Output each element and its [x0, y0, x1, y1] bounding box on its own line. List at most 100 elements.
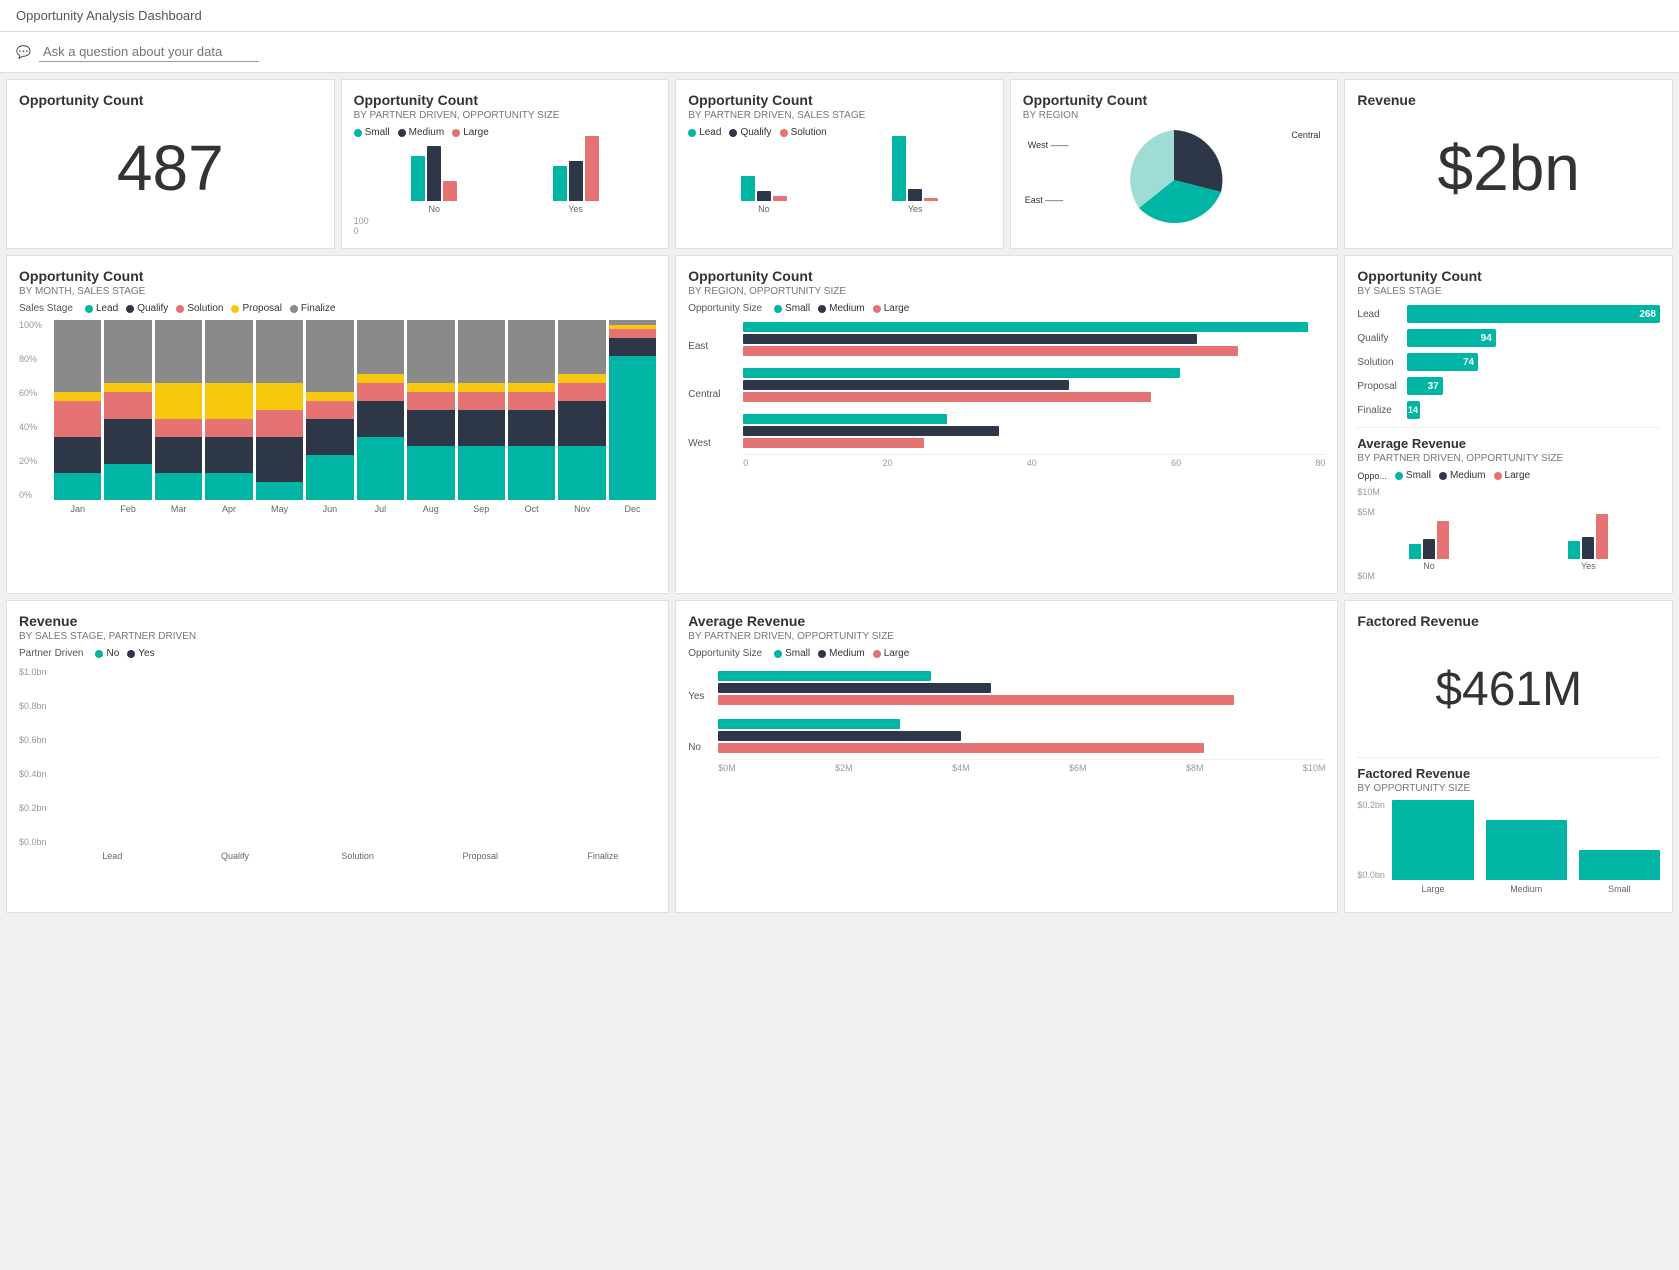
central-small-bar: [743, 368, 1180, 378]
seg-lead: [458, 446, 505, 500]
stage1-yes-label: Yes: [908, 204, 923, 214]
avg-rev-title: Average Revenue: [1357, 436, 1660, 451]
stage2-proposal-row: Proposal 37: [1357, 377, 1660, 395]
no-hbars: [718, 719, 1325, 753]
region2-bars: 0 20 40 60 80: [743, 322, 1325, 468]
month-bar-nov: [558, 320, 605, 500]
rev-x-labels: Lead Qualify Solution Proposal Finalize: [59, 851, 656, 861]
opp-region-pie: Central East —— West ——: [1023, 125, 1326, 235]
stage2-finalize-row: Finalize 14: [1357, 401, 1660, 419]
seg-qualify: [306, 419, 353, 455]
opp-stage1-chart: No Yes: [688, 144, 991, 214]
avg-rev-no-bars: [1409, 511, 1449, 559]
bar-yes-large: [585, 136, 599, 201]
seg-solution: [609, 329, 656, 338]
factored-value: $461M: [1357, 629, 1660, 749]
legend-qualify: Qualify: [126, 303, 168, 314]
x-label-oct: Oct: [508, 504, 555, 514]
seg-solution: [306, 401, 353, 419]
seg-lead: [357, 437, 404, 500]
factored-bars: [1392, 800, 1660, 880]
no-large-hbar: [718, 743, 1204, 753]
seg-qualify: [609, 338, 656, 356]
bar2-no-lead: [741, 176, 755, 201]
qa-input[interactable]: [39, 42, 259, 62]
seg-qualify: [357, 401, 404, 437]
month-bar-oct: [508, 320, 555, 500]
x-label-jun: Jun: [306, 504, 353, 514]
rev-bars: [59, 667, 656, 847]
seg-proposal: [205, 383, 252, 419]
avg-yes-label: Yes: [1581, 561, 1596, 571]
seg-proposal: [256, 383, 303, 410]
bar2-no-qualify: [757, 191, 771, 201]
yes-medium-hbar: [718, 683, 991, 693]
x-label-dec: Dec: [609, 504, 656, 514]
revenue-title: Revenue: [1357, 92, 1660, 108]
month-bar-jan: [54, 320, 101, 500]
stage2-finalize-bar: 14: [1407, 401, 1420, 419]
legend-lead: Lead: [85, 303, 118, 314]
avg-no-medium-bar: [1423, 539, 1435, 559]
avg-rev-no-group-h: [718, 719, 1325, 753]
month-bar-aug: [407, 320, 454, 500]
x-label-may: May: [256, 504, 303, 514]
seg-solution: [104, 392, 151, 419]
opp-region2-title: Opportunity Count: [688, 268, 1325, 284]
opp-stage1-card: Opportunity Count BY PARTNER DRIVEN, SAL…: [675, 79, 1004, 249]
legend-medium2: Medium: [1439, 470, 1486, 481]
central-large-bar: [743, 392, 1151, 402]
seg-proposal: [54, 392, 101, 401]
region2-east: [743, 322, 1325, 356]
month-y-axis: 100% 80% 60% 40% 20% 0%: [19, 320, 54, 520]
stage1-no-label: No: [758, 204, 770, 214]
month-bar-mar: [155, 320, 202, 500]
seg-proposal: [104, 383, 151, 392]
avg-rev-section: Average Revenue BY PARTNER DRIVEN, OPPOR…: [1357, 427, 1660, 581]
seg-finalize: [205, 320, 252, 383]
avg-rev-x-axis: $0M $2M $4M $6M $8M $10M: [718, 759, 1325, 773]
stage2-lead-bar: 268: [1407, 305, 1660, 323]
stage1-no-group: No: [698, 136, 829, 214]
opp-count-title: Opportunity Count: [19, 92, 322, 108]
x-label-apr: Apr: [205, 504, 252, 514]
month-bar-jul: [357, 320, 404, 500]
pie-chart-svg: [1114, 120, 1234, 240]
no-medium-hbar: [718, 731, 961, 741]
stage2-finalize-track: 14: [1407, 401, 1660, 419]
seg-finalize: [558, 320, 605, 374]
opp-partner-no-group: No: [374, 136, 495, 214]
seg-proposal: [458, 383, 505, 392]
central-bars: [743, 368, 1325, 402]
opp-partner-chart: No Yes: [354, 144, 657, 214]
rev-stage-subtitle: BY SALES STAGE, PARTNER DRIVEN: [19, 631, 656, 642]
stage2-solution-value: 74: [1463, 357, 1474, 368]
fact-large-group: [1392, 800, 1473, 880]
legend-medium: Medium: [818, 303, 865, 314]
pie-east-label: East ——: [1025, 195, 1064, 205]
legend-large3: Large: [873, 648, 910, 659]
seg-finalize: [54, 320, 101, 392]
rev-stage-legend: Partner Driven No Yes: [19, 648, 656, 659]
bar-yes-medium: [569, 161, 583, 201]
seg-finalize: [508, 320, 555, 383]
seg-lead: [407, 446, 454, 500]
month-bar-may: [256, 320, 303, 500]
seg-finalize: [357, 320, 404, 374]
avg-rev-card-legend: Opportunity Size Small Medium Large: [688, 648, 1325, 659]
east-medium-bar: [743, 334, 1197, 344]
bar-yes-small: [553, 166, 567, 201]
x-label-feb: Feb: [104, 504, 151, 514]
opp-partner-yes-bars: [553, 136, 599, 201]
opp-no-label: No: [428, 204, 440, 214]
seg-finalize: [407, 320, 454, 383]
rev-stage-card: Revenue BY SALES STAGE, PARTNER DRIVEN P…: [6, 600, 669, 913]
region2-central: [743, 368, 1325, 402]
legend-small: Small: [774, 303, 810, 314]
stage1-no-bars: [741, 136, 787, 201]
east-bars: [743, 322, 1325, 356]
month-bar-dec: [609, 320, 656, 500]
west-bars: [743, 414, 1325, 448]
x-finalize: Finalize: [550, 851, 657, 861]
bar-no-small: [411, 156, 425, 201]
